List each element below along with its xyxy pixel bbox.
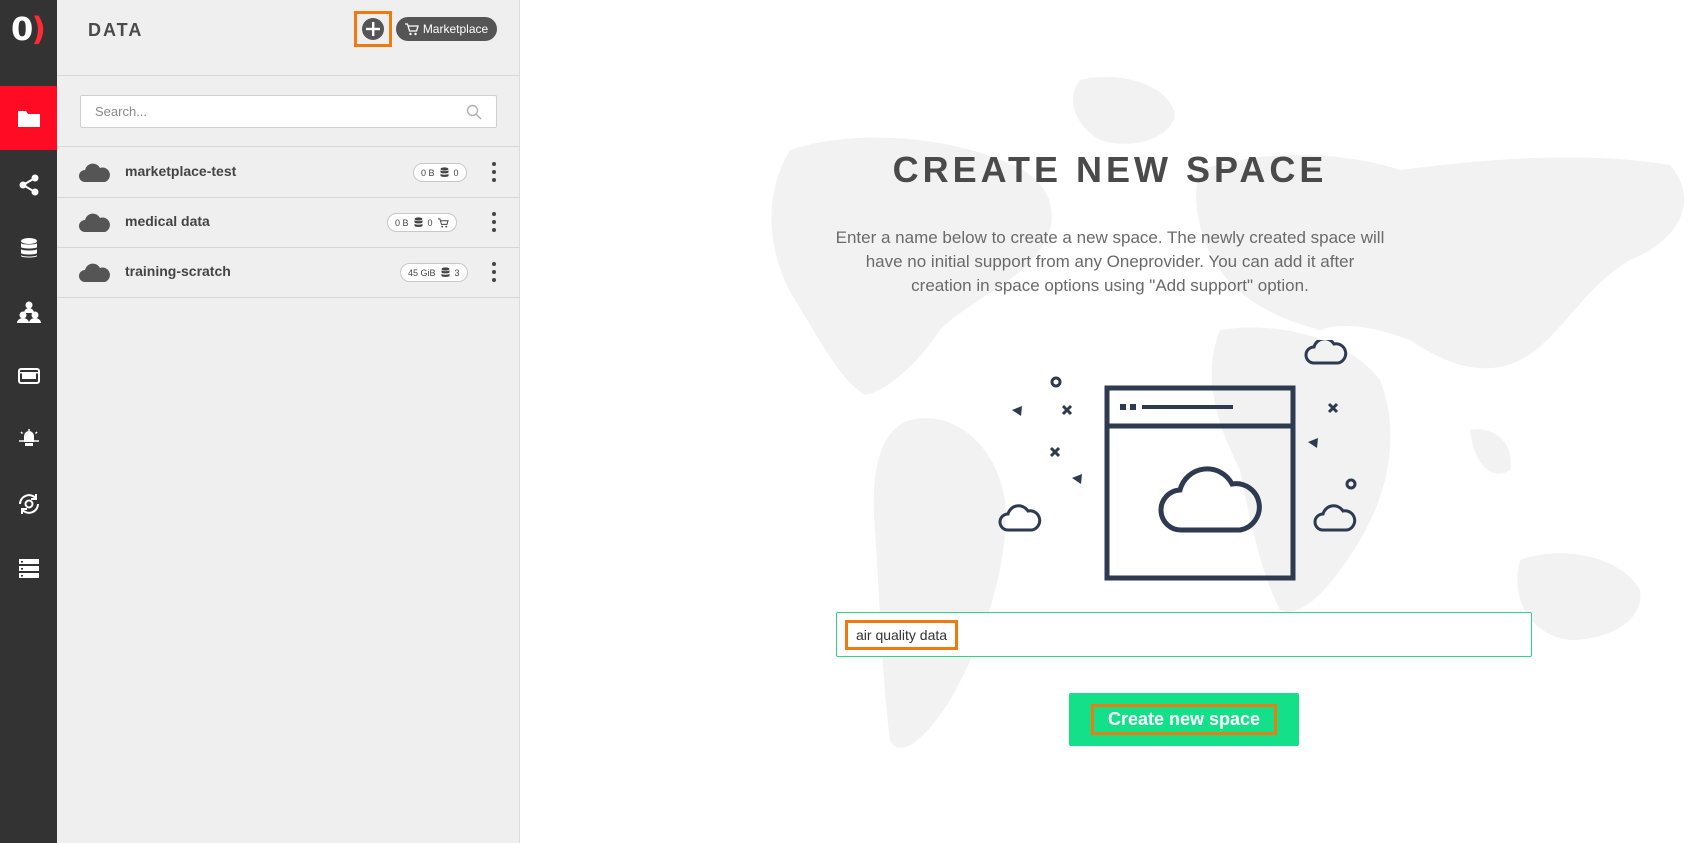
space-provider-count: 0 — [453, 167, 459, 178]
space-stats-badge: 0 B 0 — [413, 163, 467, 182]
cart-icon — [404, 22, 419, 35]
gear-sync-icon — [18, 494, 39, 514]
space-item-training-scratch[interactable]: training-scratch 45 GiB 3 — [57, 247, 520, 297]
space-item-medical-data[interactable]: medical data 0 B 0 — [57, 197, 520, 247]
space-name: medical data — [125, 213, 210, 229]
menu-item-clusters[interactable] — [0, 536, 57, 600]
folder-icon — [17, 111, 40, 127]
database-icon — [440, 167, 449, 177]
space-name-input[interactable]: air quality data — [845, 620, 959, 650]
create-space-submit-label: Create new space — [1090, 704, 1278, 735]
space-cloud-icon — [79, 213, 110, 232]
space-cloud-icon — [79, 263, 110, 282]
menu-item-groups[interactable] — [0, 280, 57, 344]
sidebar-header: DATA Marketplace — [57, 0, 520, 76]
onedata-logo[interactable]: 0) — [0, 0, 57, 58]
marketplace-label: Marketplace — [422, 22, 489, 36]
menu-item-tokens[interactable] — [0, 344, 57, 408]
plus-circle-icon — [362, 18, 384, 40]
menu-item-shares[interactable] — [0, 153, 57, 217]
sidebar-title: DATA — [88, 20, 144, 40]
data-sidebar: DATA Marketplace Search... marketplace-t… — [57, 0, 520, 843]
logo-mark-left: 0 — [11, 10, 34, 48]
space-provider-count: 3 — [454, 267, 460, 278]
database-icon — [414, 217, 423, 227]
logo-mark-right: ) — [31, 10, 46, 48]
page-description: Enter a name below to create a new space… — [835, 228, 1385, 295]
app: 0) DATA Marketplace Search... marketplac… — [0, 0, 1700, 843]
space-name-field[interactable]: air quality data — [836, 612, 1532, 657]
space-size: 0 B — [421, 167, 435, 178]
space-name: training-scratch — [125, 263, 231, 279]
space-provider-count: 0 — [427, 217, 433, 228]
search-box — [80, 95, 497, 128]
space-menu-dots-icon[interactable] — [489, 160, 499, 184]
search-icon[interactable] — [466, 104, 482, 120]
database-icon — [20, 238, 37, 258]
space-size: 45 GiB — [408, 267, 436, 278]
create-space-submit-button[interactable]: Create new space — [1069, 693, 1299, 746]
space-name: marketplace-test — [125, 163, 237, 179]
token-icon — [17, 368, 40, 384]
database-icon — [441, 267, 450, 277]
share-icon — [19, 174, 38, 196]
server-icon — [18, 559, 39, 578]
space-menu-dots-icon[interactable] — [489, 260, 499, 284]
space-stats-badge: 45 GiB 3 — [400, 263, 468, 282]
lightbulb-icon — [18, 429, 39, 446]
sidebar-separator — [57, 297, 520, 298]
marketplace-button[interactable]: Marketplace — [396, 17, 497, 41]
main-menu-rail: 0) — [0, 0, 57, 843]
menu-item-providers[interactable] — [0, 216, 57, 280]
space-illustration — [998, 340, 1357, 581]
space-cloud-icon — [79, 163, 110, 182]
menu-item-data[interactable] — [0, 86, 57, 150]
space-stats-badge: 0 B 0 — [387, 213, 457, 232]
page-title: CREATE NEW SPACE — [892, 149, 1328, 190]
cart-icon — [437, 217, 449, 228]
search-input[interactable] — [81, 96, 451, 127]
create-space-button[interactable] — [354, 11, 392, 47]
space-menu-dots-icon[interactable] — [489, 210, 499, 234]
menu-item-automation[interactable] — [0, 472, 57, 536]
create-space-panel: CREATE NEW SPACE Enter a name below to c… — [520, 0, 1700, 843]
space-size: 0 B — [395, 217, 409, 228]
space-item-marketplace-test[interactable]: marketplace-test 0 B 0 — [57, 147, 520, 197]
menu-item-harvesters[interactable] — [0, 408, 57, 472]
groups-icon — [16, 301, 41, 323]
